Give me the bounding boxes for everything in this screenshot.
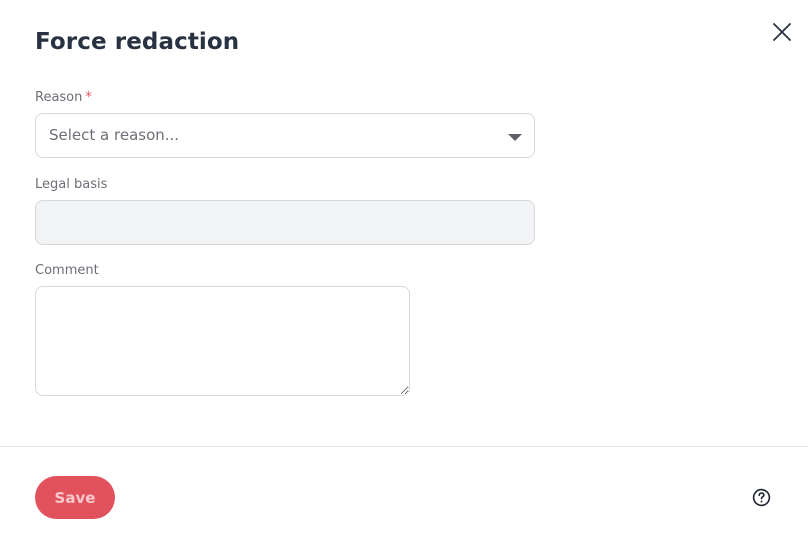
close-button[interactable] xyxy=(770,20,794,44)
legal-basis-label: Legal basis xyxy=(35,177,108,192)
save-button[interactable]: Save xyxy=(35,476,115,519)
reason-label-text: Reason xyxy=(35,90,83,105)
chevron-down-icon xyxy=(508,134,522,141)
close-icon xyxy=(773,23,791,41)
legal-basis-field xyxy=(35,200,535,245)
dialog-title: Force redaction xyxy=(35,29,240,55)
footer-divider xyxy=(0,446,808,447)
help-button[interactable] xyxy=(752,488,771,507)
comment-textarea[interactable] xyxy=(35,286,410,396)
reason-label: Reason * xyxy=(35,90,92,105)
force-redaction-dialog: Force redaction Reason * Select a reason.… xyxy=(0,0,808,535)
reason-select[interactable]: Select a reason... xyxy=(35,113,535,158)
comment-label: Comment xyxy=(35,263,99,278)
reason-select-placeholder: Select a reason... xyxy=(49,126,180,144)
help-circle-icon xyxy=(752,488,771,507)
required-marker: * xyxy=(85,90,92,105)
